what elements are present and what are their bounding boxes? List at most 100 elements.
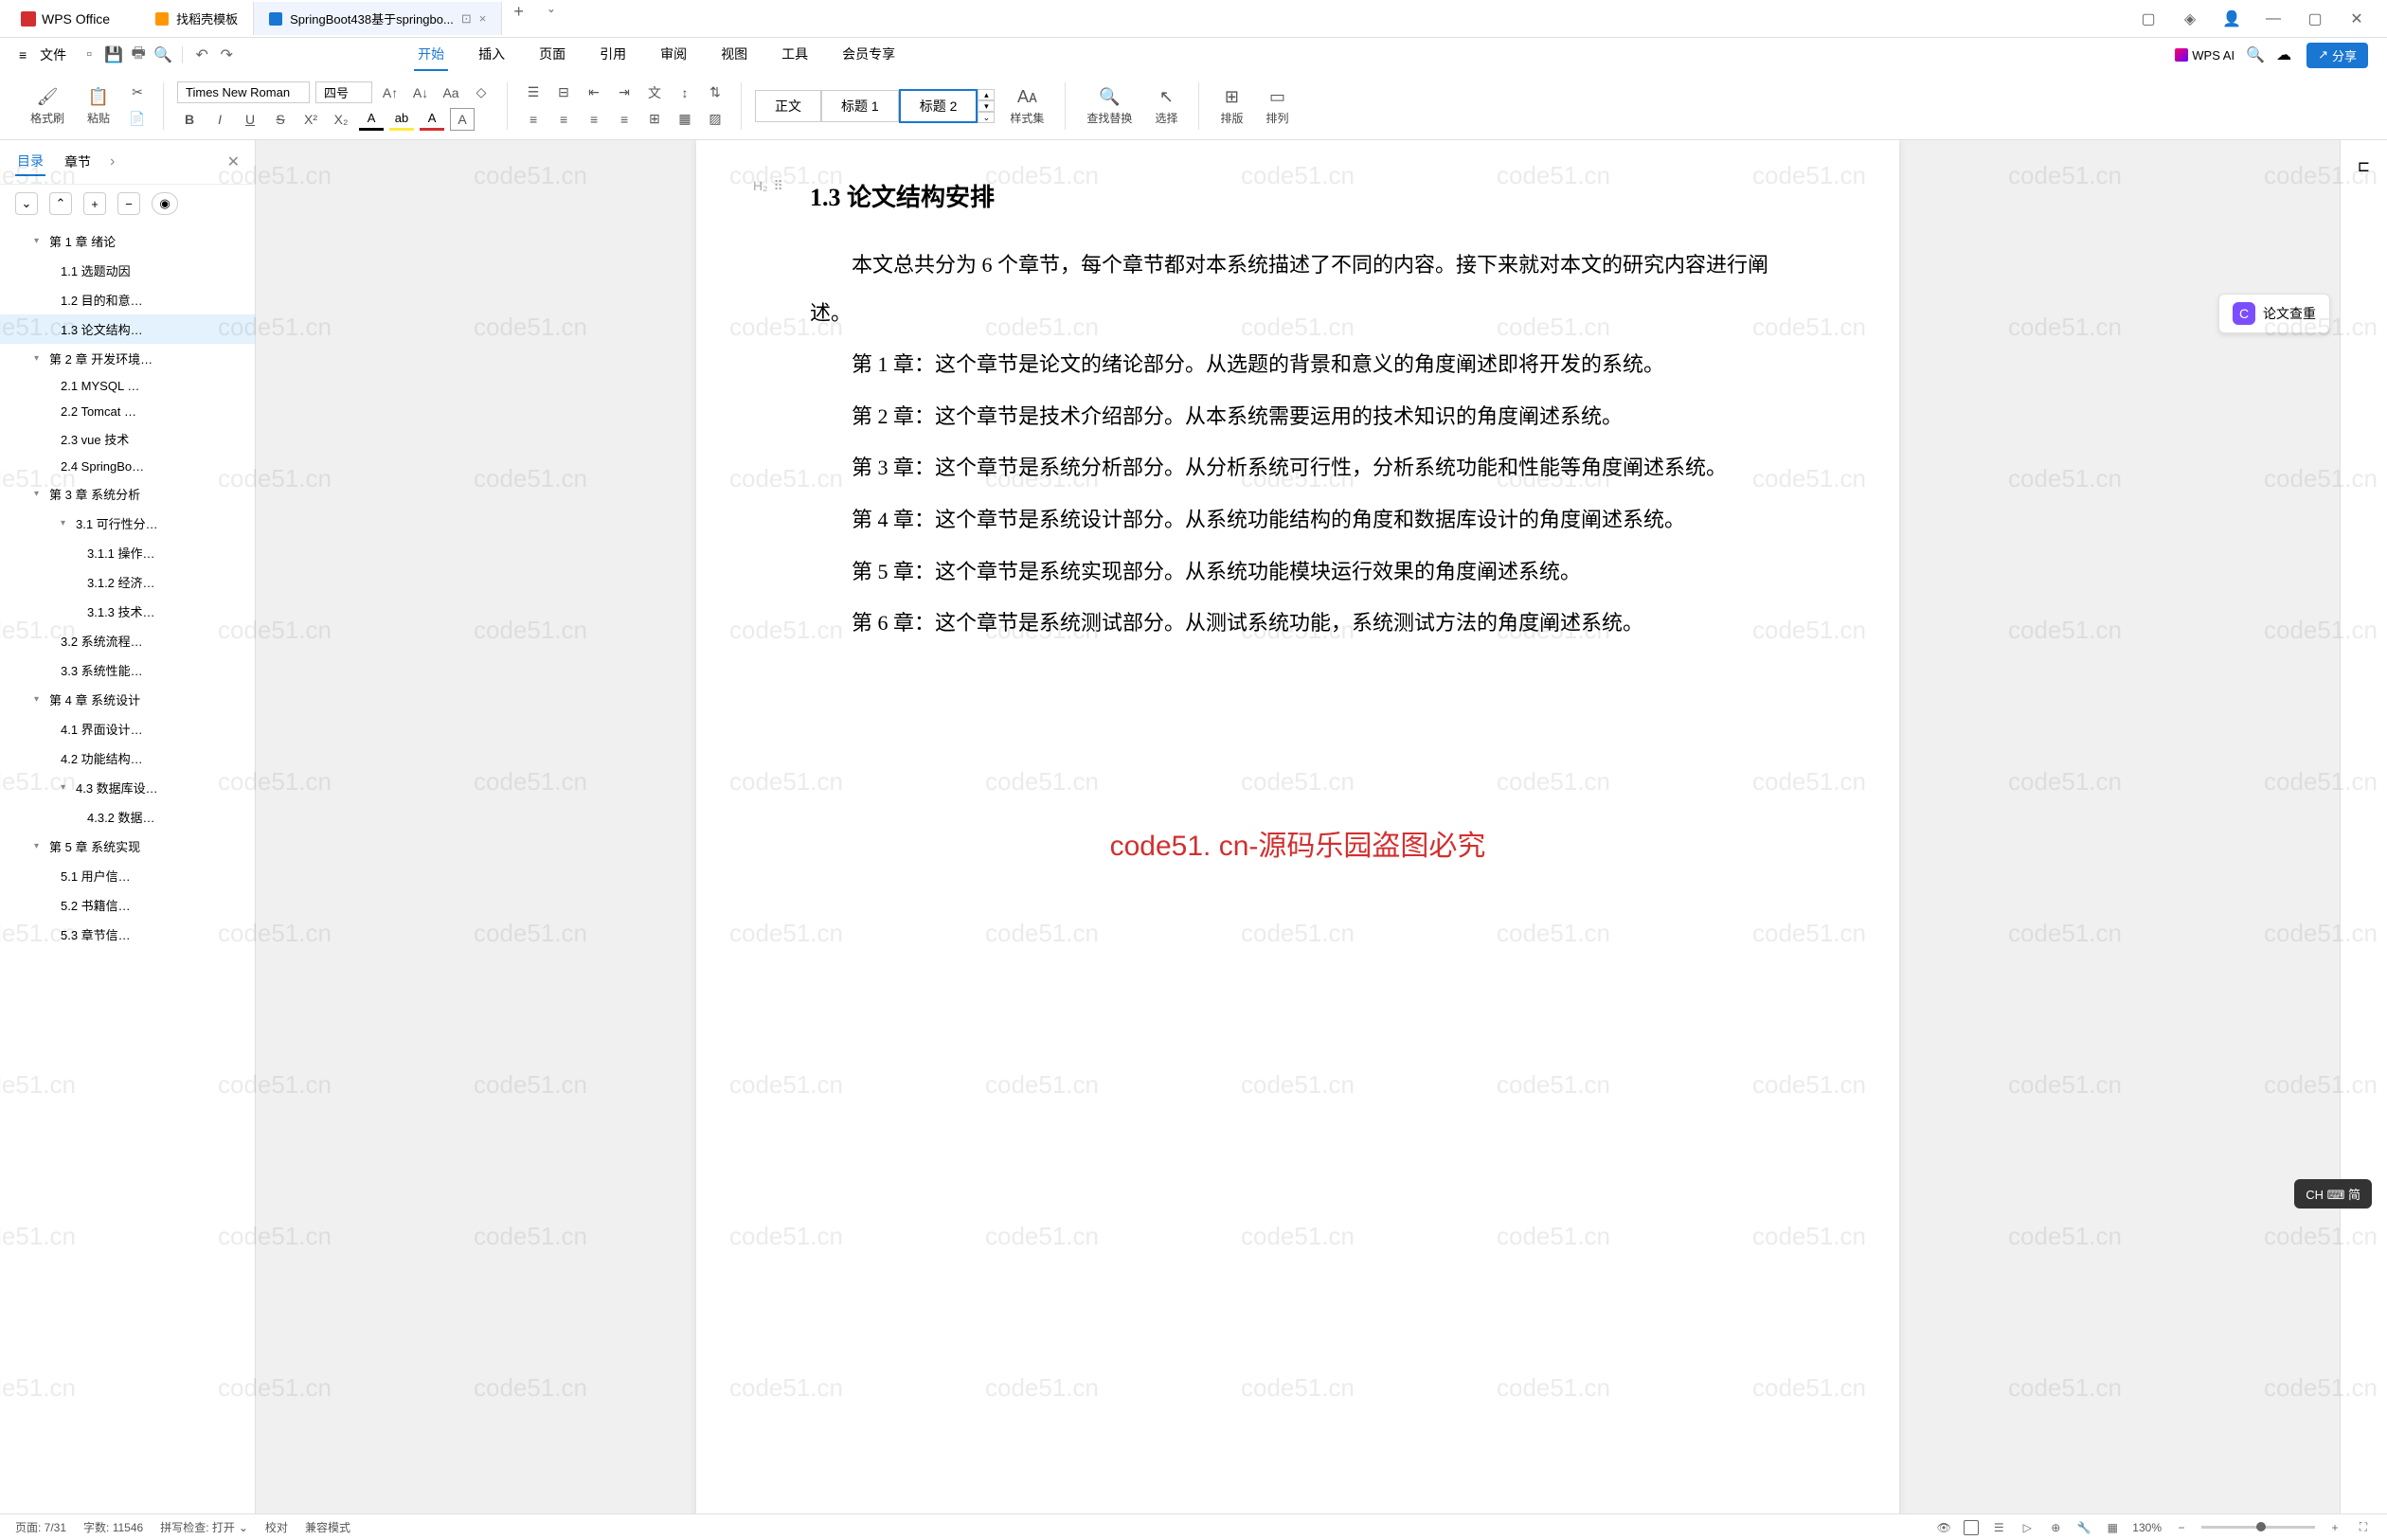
bold-button[interactable]: B bbox=[177, 108, 202, 131]
outline-item[interactable]: ▾3.1 可行性分… bbox=[0, 509, 255, 538]
tab-page[interactable]: 页面 bbox=[535, 39, 569, 71]
sidebar-tab-toc[interactable]: 目录 bbox=[15, 148, 45, 176]
zoom-level[interactable]: 130% bbox=[2132, 1521, 2162, 1534]
outline-item[interactable]: 3.1.3 技术… bbox=[0, 597, 255, 626]
cloud-icon[interactable]: ☁ bbox=[2276, 45, 2295, 64]
caret-icon[interactable]: ▾ bbox=[34, 694, 45, 705]
align-center-icon[interactable]: ≡ bbox=[551, 108, 576, 131]
outline-item[interactable]: 4.3.2 数据… bbox=[0, 802, 255, 832]
remove-icon[interactable]: − bbox=[117, 192, 140, 215]
tab-pin-icon[interactable]: ⊡ bbox=[461, 11, 472, 27]
zoom-handle[interactable] bbox=[2256, 1522, 2266, 1531]
file-menu[interactable]: 文件 bbox=[32, 42, 74, 68]
zoom-in-icon[interactable]: + bbox=[2326, 1519, 2343, 1536]
tools-icon[interactable]: 🔧 bbox=[2075, 1519, 2092, 1536]
font-format-icon[interactable]: A bbox=[359, 108, 384, 131]
app-logo[interactable]: WPS Office bbox=[9, 11, 121, 27]
superscript-button[interactable]: X² bbox=[298, 108, 323, 131]
new-tab-button[interactable]: + bbox=[502, 2, 535, 35]
outline-item[interactable]: ▾第 5 章 系统实现 bbox=[0, 832, 255, 861]
page-indicator[interactable]: 页面: 7/31 bbox=[15, 1519, 66, 1535]
multi-window-icon[interactable]: ▢ bbox=[2137, 8, 2160, 30]
outline-item[interactable]: 3.1.2 经济… bbox=[0, 567, 255, 597]
outline-item[interactable]: ▾第 4 章 系统设计 bbox=[0, 685, 255, 714]
spell-check-status[interactable]: 拼写检查: 打开 ⌄ bbox=[160, 1519, 248, 1535]
style-heading1[interactable]: 标题 1 bbox=[821, 90, 899, 122]
paste-button[interactable]: 📋 粘贴 bbox=[80, 81, 117, 130]
read-view-icon[interactable]: ▷ bbox=[2019, 1519, 2036, 1536]
grid-icon[interactable]: ▦ bbox=[2104, 1519, 2121, 1536]
align-justify-icon[interactable]: ≡ bbox=[612, 108, 637, 131]
tab-document[interactable]: SpringBoot438基于springbo... ⊡ × bbox=[254, 2, 502, 35]
maximize-button[interactable]: ▢ bbox=[2304, 8, 2326, 30]
undo-icon[interactable]: ↶ bbox=[192, 45, 211, 64]
collapse-icon[interactable]: ⌄ bbox=[15, 192, 38, 215]
print-icon[interactable]: 🖶 bbox=[129, 45, 148, 64]
outline-item[interactable]: 1.3 论文结构… bbox=[0, 314, 255, 344]
format-painter-button[interactable]: 🖌 格式刷 bbox=[23, 81, 72, 130]
copy-icon[interactable]: 📄 bbox=[125, 108, 150, 131]
outline-item[interactable]: 4.2 功能结构… bbox=[0, 743, 255, 773]
sidebar-tab-chapter[interactable]: 章节 bbox=[63, 149, 93, 175]
outline-item[interactable]: 2.1 MYSQL … bbox=[0, 373, 255, 399]
align-left-icon[interactable]: ≡ bbox=[521, 108, 546, 131]
wps-ai-button[interactable]: WPS AI bbox=[2175, 48, 2234, 63]
sidebar-close-icon[interactable]: ✕ bbox=[227, 152, 240, 171]
cut-icon[interactable]: ✂ bbox=[125, 81, 150, 104]
outline-item[interactable]: 5.1 用户信… bbox=[0, 861, 255, 890]
text-direction-icon[interactable]: 文 bbox=[642, 81, 667, 104]
strikethrough-button[interactable]: S bbox=[268, 108, 293, 131]
select-button[interactable]: ↖ 选择 bbox=[1147, 81, 1185, 130]
tab-tools[interactable]: 工具 bbox=[778, 39, 812, 71]
border-icon[interactable]: ▦ bbox=[673, 108, 697, 131]
tab-reference[interactable]: 引用 bbox=[596, 39, 630, 71]
distribute-icon[interactable]: ⊞ bbox=[642, 108, 667, 131]
style-heading2[interactable]: 标题 2 bbox=[899, 89, 978, 123]
outline-item[interactable]: 5.3 章节信… bbox=[0, 920, 255, 949]
ime-indicator[interactable]: CH ⌨ 简 bbox=[2294, 1179, 2372, 1209]
outline-item[interactable]: 5.2 书籍信… bbox=[0, 890, 255, 920]
layout-button[interactable]: ⊞ 排版 bbox=[1212, 81, 1250, 130]
compat-mode[interactable]: 兼容模式 bbox=[305, 1519, 350, 1535]
proofing-status[interactable]: 校对 bbox=[265, 1519, 288, 1535]
web-view-icon[interactable]: ⊕ bbox=[2047, 1519, 2064, 1536]
outline-item[interactable]: 2.3 vue 技术 bbox=[0, 424, 255, 454]
outline-item[interactable]: ▾4.3 数据库设… bbox=[0, 773, 255, 802]
close-button[interactable]: ✕ bbox=[2345, 8, 2368, 30]
outline-item[interactable]: 3.2 系统流程… bbox=[0, 626, 255, 655]
clear-format-icon[interactable]: ◇ bbox=[469, 81, 494, 104]
font-family-select[interactable] bbox=[177, 81, 310, 103]
change-case-icon[interactable]: Aa bbox=[439, 81, 463, 104]
caret-icon[interactable]: ▾ bbox=[34, 841, 45, 851]
caret-icon[interactable]: ▾ bbox=[34, 489, 45, 499]
view-mode-icon[interactable]: ◉ bbox=[152, 192, 178, 215]
preview-icon[interactable]: 🔍 bbox=[153, 45, 172, 64]
outline-item[interactable]: 1.2 目的和意… bbox=[0, 285, 255, 314]
align-right-icon[interactable]: ≡ bbox=[582, 108, 606, 131]
search-icon[interactable]: 🔍 bbox=[2246, 45, 2265, 64]
zoom-slider[interactable] bbox=[2201, 1526, 2315, 1529]
paper-check-button[interactable]: C 论文查重 bbox=[2218, 294, 2330, 333]
caret-icon[interactable]: ▾ bbox=[61, 782, 72, 793]
tab-dropdown-icon[interactable]: ⌄ bbox=[535, 2, 567, 35]
find-replace-button[interactable]: 🔍 查找替换 bbox=[1079, 81, 1140, 130]
shading-icon[interactable]: ▨ bbox=[703, 108, 727, 131]
arrange-button[interactable]: ▭ 排列 bbox=[1258, 81, 1296, 130]
eye-icon[interactable]: 👁 bbox=[1935, 1519, 1952, 1536]
decrease-indent-icon[interactable]: ⇤ bbox=[582, 81, 606, 104]
open-icon[interactable]: ▫ bbox=[80, 45, 99, 64]
line-spacing-icon[interactable]: ↕ bbox=[673, 81, 697, 104]
redo-icon[interactable]: ↷ bbox=[217, 45, 236, 64]
increase-font-icon[interactable]: A↑ bbox=[378, 81, 403, 104]
cube-icon[interactable]: ◈ bbox=[2179, 8, 2201, 30]
outline-item[interactable]: ▾第 3 章 系统分析 bbox=[0, 479, 255, 509]
outline-item[interactable]: 3.1.1 操作… bbox=[0, 538, 255, 567]
decrease-font-icon[interactable]: A↓ bbox=[408, 81, 433, 104]
fullscreen-icon[interactable]: ⛶ bbox=[2355, 1519, 2372, 1536]
tab-member[interactable]: 会员专享 bbox=[838, 39, 899, 71]
minimize-button[interactable]: — bbox=[2262, 8, 2285, 30]
underline-button[interactable]: U bbox=[238, 108, 262, 131]
tab-insert[interactable]: 插入 bbox=[475, 39, 509, 71]
outline-item[interactable]: 3.3 系统性能… bbox=[0, 655, 255, 685]
highlight-color-button[interactable]: ab bbox=[389, 108, 414, 131]
